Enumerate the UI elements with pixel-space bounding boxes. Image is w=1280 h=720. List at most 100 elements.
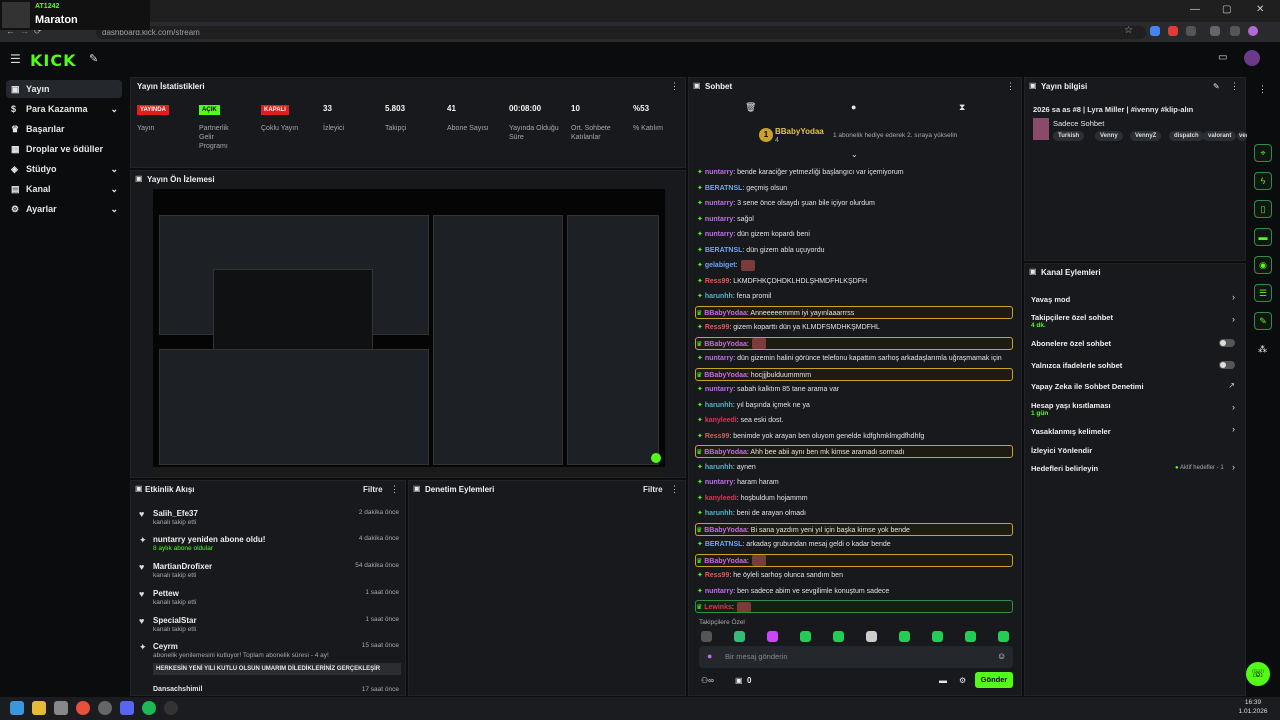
chevron-right-icon[interactable]: ›: [1232, 462, 1235, 472]
chat-username[interactable]: kanyleedi: [705, 495, 737, 502]
chat-username[interactable]: BBabyYodaa: [704, 310, 747, 317]
chevron-right-icon[interactable]: ›: [1232, 292, 1235, 302]
chat-message[interactable]: ✦ BERATNSL: dün gizem abla uçuyordu: [697, 244, 1017, 257]
menu-icon[interactable]: [1230, 26, 1240, 36]
chat-message[interactable]: ✦ kanyleedi: hoşbuldum hojammm: [697, 492, 1017, 505]
emote-icon[interactable]: [866, 631, 877, 642]
chat-username[interactable]: Ress99: [705, 278, 730, 285]
chat-username[interactable]: gelabiget: [705, 262, 736, 269]
bookmark-star-icon[interactable]: ☆: [1124, 25, 1133, 36]
chat-message[interactable]: ♛ BBabyYodaa: Ahh bee abii aynı ben mk k…: [695, 445, 1013, 458]
download-icon[interactable]: [1210, 26, 1220, 36]
emote-icon[interactable]: [833, 631, 844, 642]
action-emote-only[interactable]: Yalnızca ifadelerle sohbet: [1031, 361, 1241, 370]
rail-broadcast-icon[interactable]: ◉: [1254, 256, 1272, 274]
user-avatar[interactable]: [1244, 50, 1260, 66]
chat-username[interactable]: nuntarry: [705, 200, 733, 207]
kick-logo[interactable]: KICK: [30, 51, 77, 70]
chat-username[interactable]: BERATNSL: [705, 247, 743, 254]
chat-username[interactable]: nuntarry: [705, 231, 733, 238]
emote-icon[interactable]: [701, 631, 712, 642]
chat-username[interactable]: nuntarry: [705, 588, 733, 595]
sidebar-item-yayin[interactable]: ▣ Yayın: [6, 80, 122, 98]
chat-message[interactable]: ✦ nuntarry: ben sadece abim ve sevgiliml…: [697, 585, 1017, 598]
chevron-right-icon[interactable]: ›: [1232, 402, 1235, 412]
more-options-icon[interactable]: ⋮: [670, 484, 679, 495]
close-icon[interactable]: ✕: [1256, 4, 1264, 15]
emote-icon[interactable]: [965, 631, 976, 642]
minimize-icon[interactable]: —: [1190, 4, 1200, 15]
windows-start-icon[interactable]: [10, 701, 24, 715]
chat-message[interactable]: ♛ BBabyYodaa: Bi sana yazdım yeni yıl iç…: [695, 522, 1013, 536]
trash-icon[interactable]: 🗑: [745, 102, 756, 113]
chat-message[interactable]: ✦ nuntarry: dün gizem kopardı beni: [697, 228, 1017, 241]
chat-message[interactable]: ♛ BBabyYodaa: hocjjjbulduummmm: [695, 367, 1013, 381]
rail-moderation-icon[interactable]: ⌖: [1254, 144, 1272, 162]
obs-icon[interactable]: [164, 701, 178, 715]
chevron-right-icon[interactable]: ›: [1232, 424, 1235, 434]
chat-message[interactable]: ✦ BERATNSL: arkadaş grubundan mesaj geld…: [697, 538, 1017, 551]
action-account-age[interactable]: Hesap yaşı kısıtlaması: [1031, 401, 1241, 410]
chat-username[interactable]: Ress99: [705, 433, 730, 440]
studio-view-icon[interactable]: ▭: [1218, 52, 1227, 63]
profile-avatar[interactable]: [1248, 26, 1258, 36]
chat-username[interactable]: BBabyYodaa: [704, 527, 747, 534]
chat-username[interactable]: BERATNSL: [705, 541, 743, 548]
action-ai-moderation[interactable]: Yapay Zeka ile Sohbet Denetimi: [1031, 382, 1241, 391]
edit-icon[interactable]: ✎: [1213, 82, 1220, 91]
extension-icon[interactable]: [1168, 26, 1178, 36]
hourglass-icon[interactable]: ⧗: [959, 102, 965, 113]
chat-message[interactable]: ♛ BBabyYodaa:: [695, 553, 1013, 567]
more-options-icon[interactable]: ⋮: [390, 484, 399, 495]
chat-message[interactable]: ✦ kanyleedi: sea eski dost.: [697, 414, 1017, 427]
sidebar-item-basarilar[interactable]: ♛ Başarılar: [6, 120, 122, 138]
chat-username[interactable]: harunhh: [705, 464, 733, 471]
filter-button[interactable]: Filtre: [643, 485, 663, 494]
emoji-icon[interactable]: ☺: [997, 651, 1006, 661]
chat-username[interactable]: Lewinks: [704, 604, 732, 611]
chat-username[interactable]: BBabyYodaa: [704, 372, 747, 379]
hamburger-menu-icon[interactable]: ☰: [10, 52, 21, 66]
emote-icon[interactable]: [734, 631, 745, 642]
spotify-icon[interactable]: [142, 701, 156, 715]
send-button[interactable]: Gönder: [975, 672, 1013, 688]
chat-message[interactable]: ✦ nuntarry: sağol: [697, 213, 1017, 226]
chat-message[interactable]: ✦ harunhh: fena promil: [697, 290, 1017, 303]
filter-button[interactable]: Filtre: [363, 485, 383, 494]
emote-icon[interactable]: [998, 631, 1009, 642]
gear-icon[interactable]: ⚙: [959, 676, 966, 685]
chat-username[interactable]: Ress99: [705, 572, 730, 579]
emote-icon[interactable]: [767, 631, 778, 642]
chevron-right-icon[interactable]: ›: [1232, 314, 1235, 324]
discord-icon[interactable]: [120, 701, 134, 715]
subscribers-only-toggle[interactable]: [1219, 339, 1235, 347]
mic-icon[interactable]: ●: [707, 651, 712, 661]
sidebar-item-kanal[interactable]: ▤ Kanal ⌄: [6, 180, 122, 198]
chat-message[interactable]: ✦ harunhh: aynen: [697, 461, 1017, 474]
help-chat-button[interactable]: ☏: [1246, 662, 1270, 686]
sidebar-item-para-kazanma[interactable]: $ Para Kazanma ⌄: [6, 100, 122, 118]
chat-message[interactable]: ✦ gelabiget:: [697, 259, 1017, 272]
action-banned-words[interactable]: Yasaklanmış kelimeler: [1031, 427, 1241, 436]
chat-username[interactable]: BBabyYodaa: [704, 341, 747, 348]
chat-message[interactable]: ✦ BERATNSL: geçmiş olsun: [697, 182, 1017, 195]
add-widget-icon[interactable]: ⁂: [1258, 344, 1267, 355]
chat-message[interactable]: ✦ Ress99: gizem koparttı dün ya KLMDFSMD…: [697, 321, 1017, 334]
chat-bubble-icon[interactable]: ●: [851, 102, 856, 112]
url-field[interactable]: dashboard.kick.com/stream: [96, 26, 1146, 39]
rail-document-icon[interactable]: ▯: [1254, 200, 1272, 218]
file-explorer-icon[interactable]: [32, 701, 46, 715]
gift-icon[interactable]: ▣: [735, 676, 743, 685]
chat-message[interactable]: ✦ nuntarry: haram haram: [697, 476, 1017, 489]
chat-message[interactable]: ✦ harunhh: yıl başında içmek ne ya: [697, 399, 1017, 412]
chat-settings-icon[interactable]: ▬: [939, 676, 947, 685]
chat-message[interactable]: ♛ BBabyYodaa:: [695, 336, 1013, 350]
chat-username[interactable]: BBabyYodaa: [704, 449, 747, 456]
more-options-icon[interactable]: ⋮: [1006, 81, 1015, 92]
action-slow-mode[interactable]: Yavaş mod: [1031, 295, 1241, 304]
emote-icon[interactable]: [899, 631, 910, 642]
chat-message[interactable]: ✦ Ress99: benimde yok arayan ben oluyom …: [697, 430, 1017, 443]
chat-message[interactable]: ♛ BBabyYodaa: Anneeeeemmm iyi yayınlaaar…: [695, 305, 1013, 319]
chat-username[interactable]: nuntarry: [705, 169, 733, 176]
chrome-icon[interactable]: [76, 701, 90, 715]
